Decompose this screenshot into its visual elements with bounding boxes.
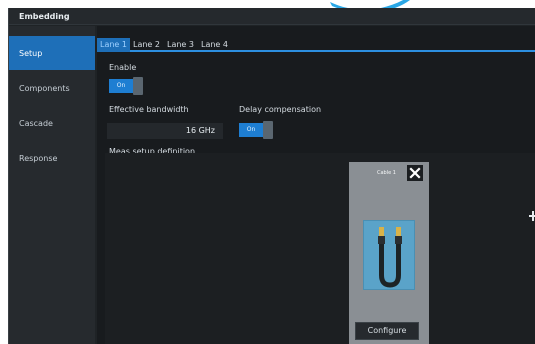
enable-toggle[interactable]: On — [109, 77, 147, 95]
toggle-knob — [263, 121, 273, 139]
sidebar-item-label: Setup — [19, 49, 43, 58]
meas-setup-canvas — [105, 153, 535, 344]
bandwidth-value: 16 GHz — [185, 126, 215, 135]
sidebar-item-response[interactable]: Response — [9, 141, 95, 175]
window-title: Embedding — [19, 12, 70, 21]
embedding-window: Embedding Setup Components Cascade Respo… — [8, 8, 535, 344]
enable-toggle-state: On — [109, 79, 133, 93]
sidebar-item-cascade[interactable]: Cascade — [9, 106, 95, 140]
setup-panel: Lane 1 Lane 2 Lane 3 Lane 4 Enable On Ef… — [97, 26, 535, 344]
lane-tabs: Lane 1 Lane 2 Lane 3 Lane 4 — [97, 36, 535, 52]
sidebar: Setup Components Cascade Response — [9, 26, 95, 344]
sidebar-item-label: Components — [19, 84, 70, 93]
tab-lane-1[interactable]: Lane 1 — [97, 38, 130, 52]
cable-image — [378, 227, 402, 288]
cable-card-title: Cable 1 — [377, 170, 396, 176]
sidebar-item-setup[interactable]: Setup — [9, 36, 95, 70]
tab-lane-4[interactable]: Lane 4 — [198, 38, 231, 52]
bandwidth-label: Effective bandwidth — [109, 105, 189, 114]
bandwidth-field[interactable]: 16 GHz — [107, 123, 223, 139]
close-icon-glyph — [409, 167, 421, 179]
window-titlebar: Embedding — [9, 8, 535, 25]
sidebar-item-components[interactable]: Components — [9, 71, 95, 105]
tab-lane-2[interactable]: Lane 2 — [130, 38, 163, 52]
delay-toggle-state: On — [239, 123, 263, 137]
tab-lane-3[interactable]: Lane 3 — [164, 38, 197, 52]
sidebar-item-label: Response — [19, 154, 58, 163]
configure-button[interactable]: Configure — [355, 322, 419, 340]
screenshot-canvas: Embedding Setup Components Cascade Respo… — [0, 0, 535, 344]
enable-label: Enable — [109, 63, 137, 72]
toggle-knob — [133, 77, 143, 95]
cable-card-header: Cable 1 — [349, 162, 429, 184]
cable-icon — [363, 220, 415, 290]
close-icon[interactable] — [407, 165, 423, 181]
delay-compensation-toggle[interactable]: On — [239, 121, 277, 139]
cable-component-card[interactable]: Cable 1 Configure — [349, 162, 429, 344]
plus-icon[interactable] — [528, 208, 535, 224]
sidebar-item-label: Cascade — [19, 119, 53, 128]
delay-compensation-label: Delay compensation — [239, 105, 322, 114]
